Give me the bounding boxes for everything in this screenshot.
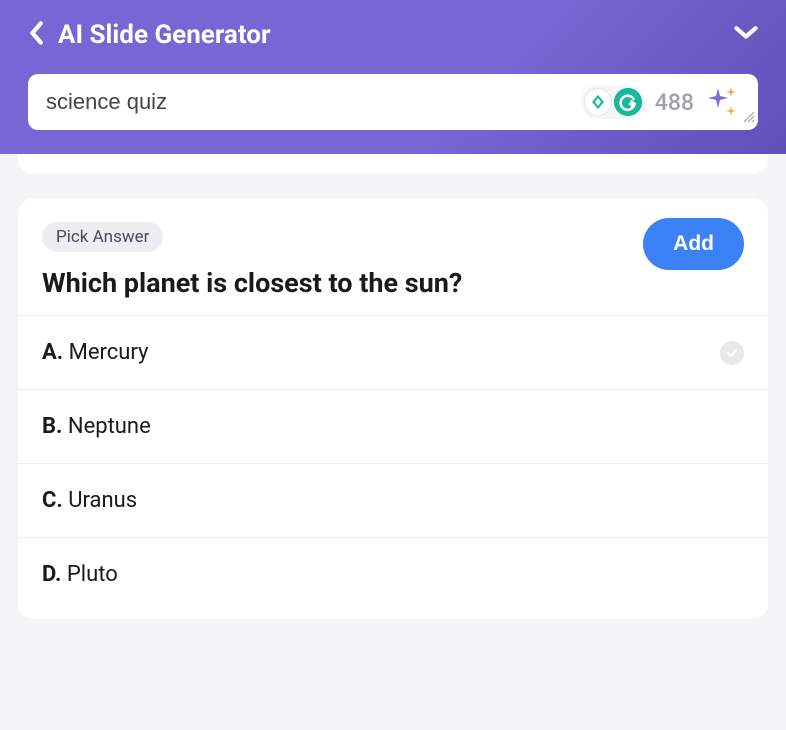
question-card: Pick Answer Which planet is closest to t… — [18, 198, 768, 619]
question-header-left: Pick Answer Which planet is closest to t… — [42, 222, 643, 301]
add-button[interactable]: Add — [643, 218, 744, 270]
content-area: Pick Answer Which planet is closest to t… — [0, 154, 786, 619]
search-right: 488 — [581, 84, 740, 120]
question-text: Which planet is closest to the sun? — [42, 266, 643, 301]
header: AI Slide Generator — [0, 0, 786, 154]
search-input[interactable] — [46, 89, 581, 115]
answer-text: C. Uranus — [42, 488, 137, 513]
answer-text: A. Mercury — [42, 340, 148, 365]
page-title: AI Slide Generator — [58, 20, 271, 50]
grammarly-badges — [581, 85, 645, 119]
answer-text: B. Neptune — [42, 414, 151, 439]
question-type-tag: Pick Answer — [42, 222, 163, 252]
answer-option-d[interactable]: D. Pluto — [18, 538, 768, 611]
answer-option-b[interactable]: B. Neptune — [18, 390, 768, 464]
answer-option-c[interactable]: C. Uranus — [18, 464, 768, 538]
back-icon[interactable] — [28, 21, 44, 49]
grammarly-icon[interactable] — [614, 88, 642, 116]
answer-text: D. Pluto — [42, 562, 118, 587]
resize-handle-icon[interactable] — [743, 108, 755, 127]
search-container: 488 — [28, 74, 758, 130]
chevron-down-icon[interactable] — [734, 25, 758, 45]
answers-list: A. Mercury B. Neptune C. Uranus — [18, 315, 768, 611]
char-count: 488 — [655, 89, 694, 116]
check-icon — [720, 341, 744, 365]
sparkle-icon[interactable] — [704, 84, 740, 120]
previous-card-stub — [18, 154, 768, 174]
header-title-wrap: AI Slide Generator — [28, 20, 271, 50]
header-top: AI Slide Generator — [28, 20, 758, 50]
diamond-icon[interactable] — [584, 88, 612, 116]
question-header: Pick Answer Which planet is closest to t… — [18, 222, 768, 301]
answer-option-a[interactable]: A. Mercury — [18, 316, 768, 390]
